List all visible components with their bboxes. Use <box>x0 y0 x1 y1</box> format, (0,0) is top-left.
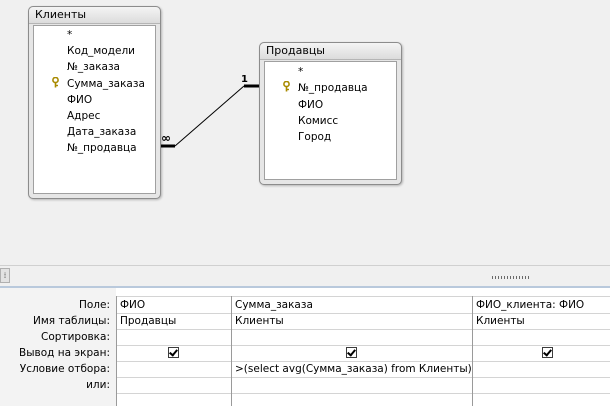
grid-column-1[interactable]: ФИО Продавцы <box>116 296 231 406</box>
field-fio[interactable]: ФИО <box>67 93 92 107</box>
show-checkbox-checked-icon[interactable] <box>168 347 179 358</box>
field-fio[interactable]: ФИО <box>298 98 323 112</box>
grid-column-3[interactable]: ФИО_клиента: ФИО Клиенты <box>472 296 610 406</box>
field-adres[interactable]: Адрес <box>67 109 100 123</box>
diagram-pane[interactable]: ∞ 1 Клиенты * Код_модели №_заказа Сумма_… <box>0 0 610 265</box>
cell-field[interactable]: ФИО_клиента: ФИО <box>476 297 584 313</box>
field-gorod[interactable]: Город <box>298 130 331 144</box>
row-labels: Поле: Имя таблицы: Сортировка: Вывод на … <box>0 288 116 406</box>
show-checkbox-checked-icon[interactable] <box>346 347 357 358</box>
grid-column-2[interactable]: Сумма_заказа Клиенты >(select avg(Сумма_… <box>231 296 472 406</box>
field-nomer-prodavca[interactable]: №_продавца <box>67 141 137 155</box>
query-design-grid[interactable]: Поле: Имя таблицы: Сортировка: Вывод на … <box>0 288 610 406</box>
table-sellers-title[interactable]: Продавцы <box>260 43 401 60</box>
show-checkbox-checked-icon[interactable] <box>542 347 553 358</box>
row-label-or: или: <box>86 379 110 391</box>
splitter-grip[interactable] <box>492 276 530 279</box>
row-label-criteria: Условие отбора: <box>19 363 110 375</box>
field-all[interactable]: * <box>298 65 303 79</box>
cell-table[interactable]: Продавцы <box>120 313 176 329</box>
cell-criteria[interactable]: >(select avg(Сумма_заказа) from Клиенты) <box>235 361 472 377</box>
field-kod-modeli[interactable]: Код_модели <box>67 44 135 58</box>
key-icon <box>283 81 290 92</box>
pane-splitter[interactable]: ⁞ <box>0 265 610 289</box>
row-label-show: Вывод на экран: <box>19 347 110 359</box>
row-label-table: Имя таблицы: <box>33 315 110 327</box>
relationship-link <box>174 85 245 147</box>
table-clients-title[interactable]: Клиенты <box>29 7 160 24</box>
relationship-one-label: 1 <box>241 74 248 85</box>
table-clients-field-list[interactable]: * Код_модели №_заказа Сумма_заказа ФИО А… <box>33 25 156 194</box>
field-nomer-prodavca[interactable]: №_продавца <box>298 81 368 95</box>
table-sellers-field-list[interactable]: * №_продавца ФИО Комисс Город <box>264 61 397 180</box>
field-summa-zakaza[interactable]: Сумма_заказа <box>67 77 145 91</box>
field-komiss[interactable]: Комисс <box>298 114 338 128</box>
scroll-left-handle[interactable]: ⁞ <box>0 268 10 283</box>
cell-field[interactable]: ФИО <box>120 297 145 313</box>
cell-field[interactable]: Сумма_заказа <box>235 297 313 313</box>
field-all[interactable]: * <box>67 28 72 42</box>
key-icon <box>52 77 59 88</box>
cell-table[interactable]: Клиенты <box>476 313 525 329</box>
relationship-many-label: ∞ <box>161 131 171 145</box>
row-label-sort: Сортировка: <box>41 331 110 343</box>
field-nomer-zakaza[interactable]: №_заказа <box>67 60 120 74</box>
field-data-zakaza[interactable]: Дата_заказа <box>67 125 136 139</box>
table-clients[interactable]: Клиенты * Код_модели №_заказа Сумма_зака… <box>28 6 161 199</box>
cell-table[interactable]: Клиенты <box>235 313 284 329</box>
row-label-field: Поле: <box>78 299 110 311</box>
table-sellers[interactable]: Продавцы * №_продавца ФИО Комисс Город <box>259 42 402 185</box>
